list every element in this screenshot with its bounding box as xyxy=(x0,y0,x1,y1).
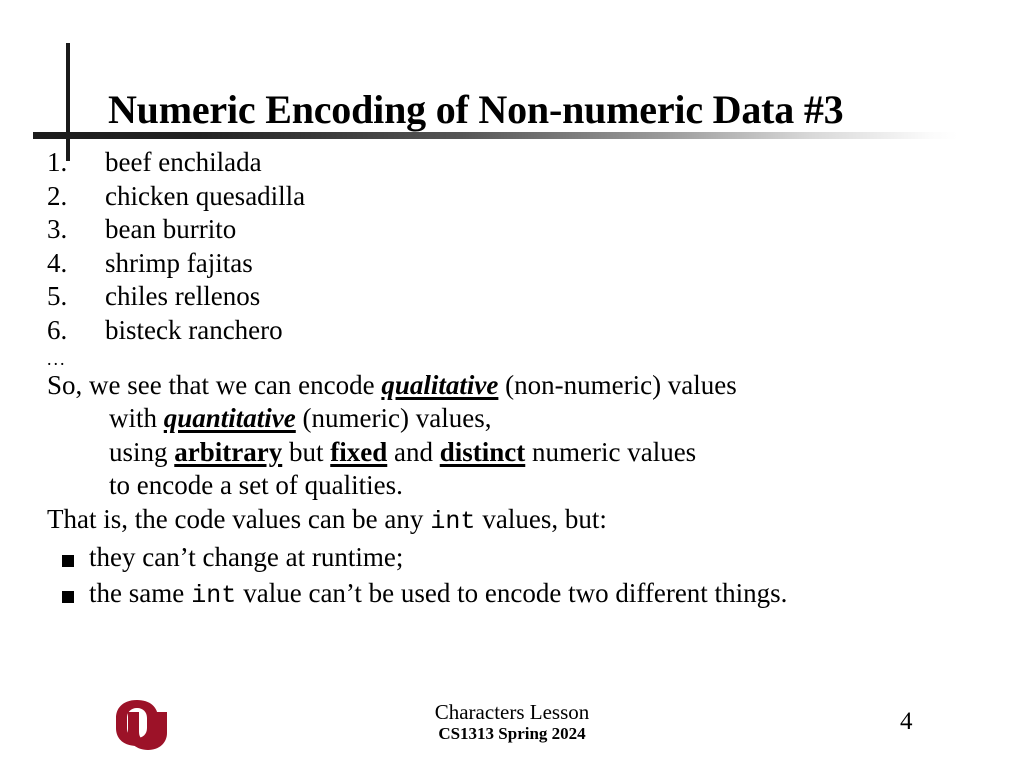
list-item: 1. beef enchilada xyxy=(47,146,997,180)
bulleted-constraint-list: they can’t change at runtime; the same in… xyxy=(47,541,997,611)
page-title: Numeric Encoding of Non-numeric Data #3 xyxy=(108,86,844,132)
list-item-label: chiles rellenos xyxy=(105,281,261,312)
inline-code-int: int xyxy=(191,581,237,611)
inline-code-int: int xyxy=(430,507,476,537)
list-item-label: shrimp fajitas xyxy=(105,247,253,278)
paragraph-line-2: with quantitative (numeric) values, xyxy=(47,402,997,436)
list-item-number: 5. xyxy=(47,281,68,312)
list-item-label: chicken quesadilla xyxy=(105,180,306,211)
title-vertical-rule xyxy=(66,43,70,161)
list-item: 5. chiles rellenos xyxy=(47,280,997,314)
slide: Numeric Encoding of Non-numeric Data #3 … xyxy=(0,0,1024,768)
square-bullet-icon xyxy=(47,541,89,575)
paragraph-text: with xyxy=(109,403,164,434)
bullet-text-part: value can’t be used to encode two differ… xyxy=(243,578,788,609)
paragraph-text: So, we see that we can encode xyxy=(47,369,382,400)
list-item-number: 1. xyxy=(47,147,68,177)
emphasis-qualitative: qualitative xyxy=(381,369,499,400)
ou-logo xyxy=(107,698,169,752)
list-item-number: 4. xyxy=(47,247,68,278)
footer-center: Characters Lesson CS1313 Spring 2024 xyxy=(312,700,712,744)
paragraph-line-4: to encode a set of qualities. xyxy=(109,470,403,501)
title-horizontal-rule xyxy=(33,132,958,139)
paragraph-line-1: So, we see that we can encode qualitativ… xyxy=(47,369,997,403)
list-item-label: bean burrito xyxy=(105,214,237,245)
list-continuation-ellipsis: ... xyxy=(47,348,67,369)
list-item: 6. bisteck ranchero xyxy=(47,314,997,348)
footer-course: CS1313 Spring 2024 xyxy=(438,724,586,744)
list-item-number: 6. xyxy=(47,315,68,346)
paragraph-line-3: using arbitrary but fixed and distinct n… xyxy=(47,436,997,470)
list-item-number: 3. xyxy=(47,214,68,245)
paragraph-text: That is, the code values can be any xyxy=(47,504,424,535)
paragraph-text: using xyxy=(109,436,175,467)
page-number: 4 xyxy=(900,708,913,735)
paragraph-text: numeric values xyxy=(525,436,697,467)
paragraph-text: (numeric) values, xyxy=(295,403,492,434)
paragraph-text: (non-numeric) values xyxy=(498,369,737,400)
square-bullet-icon xyxy=(47,577,89,611)
list-item: the same int value can’t be used to encode… xyxy=(47,577,997,611)
footer-lesson-title: Characters Lesson xyxy=(434,700,590,724)
paragraph-text: and xyxy=(387,436,440,467)
list-item: 4. shrimp fajitas xyxy=(47,247,997,281)
emphasis-quantitative: quantitative xyxy=(163,403,296,434)
list-item-label: bisteck ranchero xyxy=(105,315,283,346)
paragraph-text: but xyxy=(282,436,331,467)
list-item: 3. bean burrito xyxy=(47,213,997,247)
emphasis-arbitrary: arbitrary xyxy=(174,436,283,467)
bullet-text-part: the same xyxy=(89,578,185,609)
list-item: they can’t change at runtime; xyxy=(47,541,997,575)
slide-body: 1. beef enchilada 2. chicken quesadilla … xyxy=(47,146,997,613)
list-item: 2. chicken quesadilla xyxy=(47,180,997,214)
emphasis-distinct: distinct xyxy=(439,436,526,467)
emphasis-fixed: fixed xyxy=(330,436,388,467)
bullet-text: the same int value can’t be used to encode… xyxy=(89,577,969,611)
list-item-number: 2. xyxy=(47,180,68,211)
paragraph-text: values, but: xyxy=(482,504,607,535)
paragraph-line-5: That is, the code values can be any int va… xyxy=(47,503,997,537)
list-item-label: beef enchilada xyxy=(105,147,262,177)
bullet-text: they can’t change at runtime; xyxy=(89,542,404,573)
numbered-food-list: 1. beef enchilada 2. chicken quesadilla … xyxy=(47,146,997,348)
